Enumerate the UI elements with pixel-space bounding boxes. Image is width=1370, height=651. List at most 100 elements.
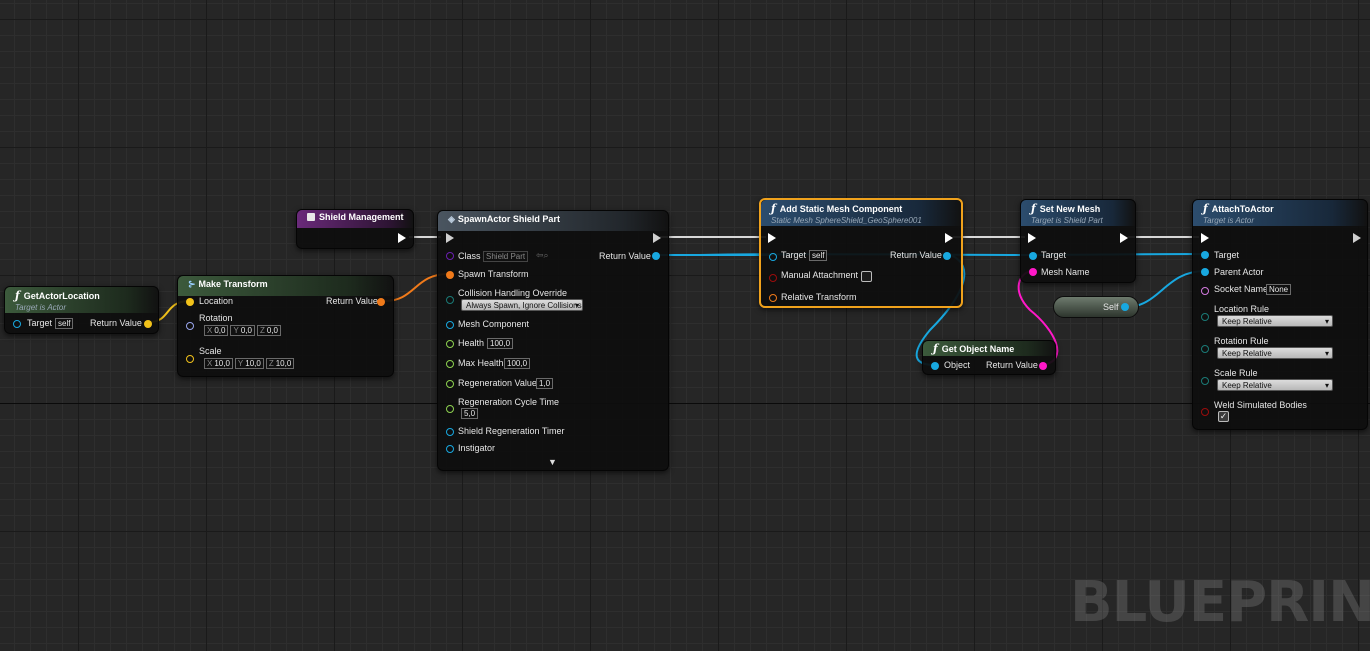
node-set-new-mesh[interactable]: ƒ Set New Mesh Target is Shield Part Targ… (1020, 199, 1136, 283)
location-rule-dropdown[interactable]: Keep Relative ▾ (1217, 315, 1333, 327)
regen-cycle-pin[interactable] (446, 405, 454, 413)
parent-actor-label: Parent Actor (1214, 267, 1264, 277)
node-spawn-actor[interactable]: ◈ SpawnActor Shield Part Class Shield Par… (437, 210, 669, 471)
health-pin[interactable] (446, 340, 454, 348)
node-header: ƒ GetActorLocation Target is Actor (5, 287, 158, 313)
rotation-pin[interactable] (186, 322, 194, 330)
exec-input-pin[interactable] (1201, 233, 1209, 243)
regen-value-field[interactable]: 1,0 (536, 378, 554, 389)
location-rule-pin[interactable] (1201, 313, 1209, 321)
target-pin[interactable] (13, 320, 21, 328)
node-header: ◈ SpawnActor Shield Part (438, 211, 668, 231)
node-get-object-name[interactable]: ƒ Get Object Name Object Return Value (922, 340, 1056, 375)
node-add-static-mesh-component[interactable]: ƒ Add Static Mesh Component Static Mesh S… (759, 198, 963, 308)
target-pin[interactable] (1201, 251, 1209, 259)
regen-cycle-field[interactable]: 5,0 (461, 408, 479, 419)
exec-input-pin[interactable] (1028, 233, 1036, 243)
node-title: Make Transform (198, 279, 268, 289)
regen-timer-pin[interactable] (446, 428, 454, 436)
exec-output-pin[interactable] (653, 233, 661, 243)
socket-name-pin[interactable] (1201, 287, 1209, 295)
spawn-transform-pin[interactable] (446, 271, 454, 279)
rotation-rule-dropdown[interactable]: Keep Relative ▾ (1217, 347, 1333, 359)
manual-attachment-label: Manual Attachment (781, 270, 859, 280)
class-browse-icon[interactable]: ⇦⌕ (536, 250, 549, 261)
spawn-transform-label: Spawn Transform (458, 269, 529, 279)
weld-label: Weld Simulated Bodies (1214, 400, 1307, 410)
target-label: Target (781, 250, 807, 260)
event-icon (307, 213, 315, 221)
relative-transform-pin[interactable] (769, 294, 777, 302)
return-value-pin[interactable] (377, 298, 385, 306)
weld-checkbox[interactable]: ✓ (1218, 411, 1229, 422)
exec-input-pin[interactable] (446, 233, 454, 243)
mesh-name-pin[interactable] (1029, 268, 1037, 276)
return-value-pin[interactable] (1039, 362, 1047, 370)
socket-name-field[interactable]: None (1266, 284, 1292, 295)
scale-rule-dropdown[interactable]: Keep Relative ▾ (1217, 379, 1333, 391)
location-pin[interactable] (186, 298, 194, 306)
scale-fields[interactable]: X 10,0 Y 10,0 Z 10,0 (204, 358, 296, 369)
manual-attachment-checkbox[interactable] (861, 271, 872, 282)
collision-pin[interactable] (446, 296, 454, 304)
location-rule-label: Location Rule (1214, 304, 1270, 314)
regen-timer-label: Shield Regeneration Timer (458, 426, 565, 436)
node-header: ƒ AttachToActor Target is Actor (1193, 200, 1367, 226)
target-value-field[interactable]: self (809, 250, 828, 261)
collision-label: Collision Handling Override (458, 288, 568, 298)
rotation-rule-pin[interactable] (1201, 345, 1209, 353)
exec-output-pin[interactable] (1353, 233, 1361, 243)
regen-value-label: Regeneration Value (458, 378, 537, 388)
function-icon: ƒ (933, 342, 938, 355)
collision-dropdown[interactable]: Always Spawn, Ignore Collisions ▾ (461, 299, 583, 311)
rotation-fields[interactable]: X 0,0 Y 0,0 Z 0,0 (204, 325, 283, 336)
parent-actor-pin[interactable] (1201, 268, 1209, 276)
health-field[interactable]: 100,0 (487, 338, 514, 349)
target-pin[interactable] (769, 253, 777, 261)
max-health-pin[interactable] (446, 360, 454, 368)
exec-input-pin[interactable] (768, 233, 776, 243)
expand-advanced-icon[interactable]: ▼ (548, 457, 557, 467)
mesh-component-pin[interactable] (446, 321, 454, 329)
class-pin[interactable] (446, 252, 454, 260)
weld-pin[interactable] (1201, 408, 1209, 416)
manual-attachment-pin[interactable] (769, 274, 777, 282)
class-select[interactable]: Shield Part (483, 251, 529, 262)
exec-output-pin[interactable] (398, 233, 406, 243)
target-label: Target (1214, 250, 1240, 260)
exec-output-pin[interactable] (945, 233, 953, 243)
object-pin[interactable] (931, 362, 939, 370)
self-output-pin[interactable] (1121, 303, 1129, 311)
chevron-down-icon: ▾ (574, 301, 579, 310)
exec-output-pin[interactable] (1120, 233, 1128, 243)
node-get-actor-location[interactable]: ƒ GetActorLocation Target is Actor Target… (4, 286, 159, 334)
function-icon: ƒ (1031, 202, 1036, 215)
return-value-pin[interactable] (943, 252, 951, 260)
node-title: Get Object Name (941, 344, 1015, 354)
scale-rule-label: Scale Rule (1214, 368, 1258, 378)
location-label: Location (199, 296, 234, 306)
return-value-label: Return Value (986, 360, 1038, 370)
function-icon: ƒ (15, 289, 20, 302)
blueprint-graph-canvas[interactable]: ƒ GetActorLocation Target is Actor Target… (0, 0, 1370, 651)
node-self-reference[interactable]: Self (1053, 296, 1139, 318)
max-health-field[interactable]: 100,0 (504, 358, 531, 369)
return-value-pin[interactable] (144, 320, 152, 328)
return-value-pin[interactable] (652, 252, 660, 260)
return-value-label: Return Value (599, 251, 651, 261)
node-make-transform[interactable]: ⊱ Make Transform Location Return Value Ro… (177, 275, 394, 377)
regen-value-pin[interactable] (446, 380, 454, 388)
node-subtitle: Target is Actor (1203, 216, 1254, 225)
node-subtitle: Target is Shield Part (1031, 216, 1103, 225)
max-health-label: Max Health (458, 358, 504, 368)
graph-origin-axis (0, 403, 1370, 404)
scale-pin[interactable] (186, 355, 194, 363)
node-attach-to-actor[interactable]: ƒ AttachToActor Target is Actor Target Pa… (1192, 199, 1368, 430)
instigator-pin[interactable] (446, 445, 454, 453)
rotation-label: Rotation (199, 313, 233, 323)
target-value-field[interactable]: self (55, 318, 74, 329)
node-shield-management[interactable]: Shield Management (296, 209, 414, 249)
node-header: ƒ Add Static Mesh Component Static Mesh S… (761, 200, 961, 226)
target-pin[interactable] (1029, 252, 1037, 260)
scale-rule-pin[interactable] (1201, 377, 1209, 385)
